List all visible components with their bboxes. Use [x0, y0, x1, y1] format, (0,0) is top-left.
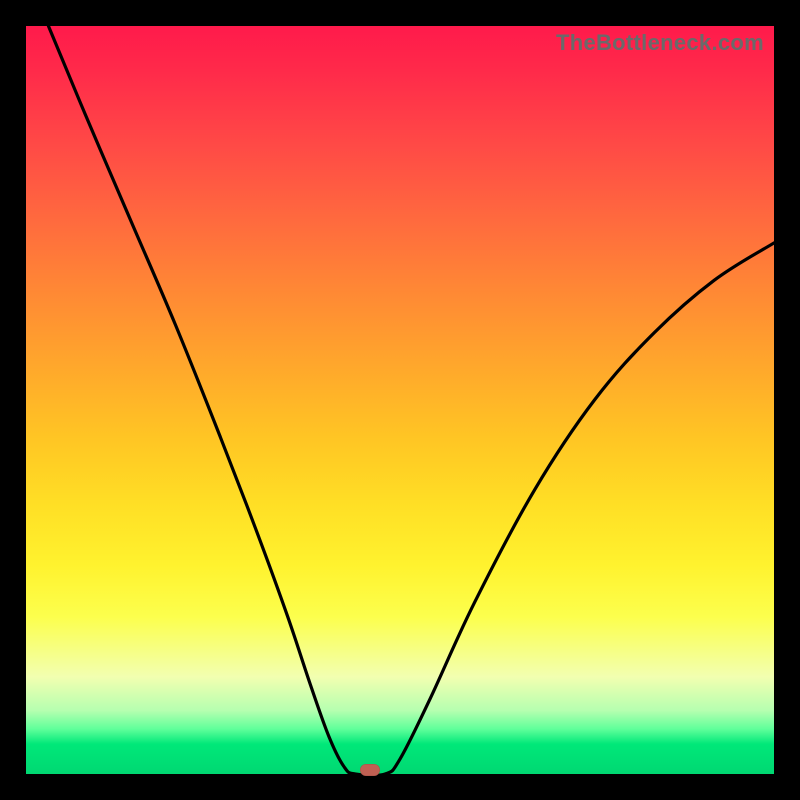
chart-frame: TheBottleneck.com — [0, 0, 800, 800]
bottleneck-curve — [26, 26, 774, 774]
plot-area: TheBottleneck.com — [26, 26, 774, 774]
optimal-point-marker — [360, 764, 380, 776]
watermark-text: TheBottleneck.com — [556, 30, 764, 56]
